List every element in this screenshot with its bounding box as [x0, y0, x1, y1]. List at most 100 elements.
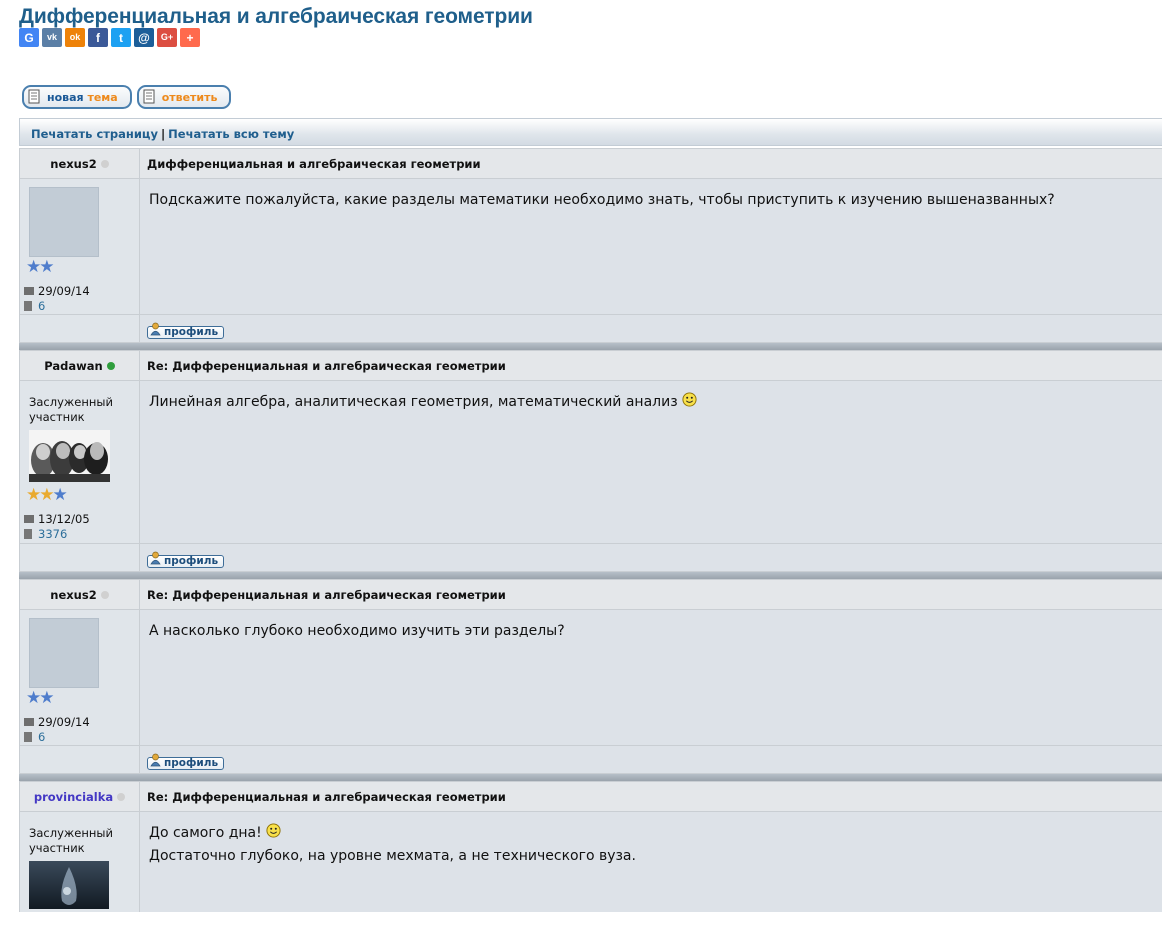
- new-topic-button[interactable]: новая тема: [22, 85, 132, 109]
- user-meta: 13/12/05 3376: [24, 512, 139, 542]
- post: nexus2 Re: Дифференциальная и алгебраичес…: [19, 579, 1162, 774]
- post-separator: [19, 572, 1162, 579]
- online-status-icon: [100, 159, 109, 168]
- post-text: Подскажите пожалуйста, какие разделы мат…: [149, 192, 1055, 208]
- print-topic-link[interactable]: Печатать всю тему: [168, 127, 294, 141]
- post: Padawan Re: Дифференциальная и алгебраиче…: [19, 350, 1162, 572]
- reply-label: ответить: [161, 90, 218, 104]
- person-icon: [150, 322, 161, 336]
- user-rating: ★★: [26, 257, 139, 277]
- post-title: Re: Дифференциальная и алгебраическая ге…: [139, 579, 1162, 610]
- document-icon: [28, 89, 40, 104]
- calendar-icon: [24, 287, 34, 295]
- googleplus-share-icon[interactable]: G+: [157, 28, 177, 47]
- user-meta: 29/09/14 6: [24, 715, 139, 745]
- avatar: [29, 618, 99, 688]
- user-info: Заслуженный участник: [19, 811, 140, 912]
- smiley-icon: [682, 392, 697, 407]
- profile-button[interactable]: профиль: [147, 322, 225, 339]
- more-share-icon[interactable]: +: [180, 28, 200, 47]
- profile-label: профиль: [164, 326, 219, 338]
- user-info: Заслуженный участник ★★★ 13/12/05 3376: [19, 380, 140, 544]
- post-text-line: Линейная алгебра, аналитическая геометри…: [149, 391, 1162, 414]
- user-meta: 29/09/14 6: [24, 284, 139, 314]
- print-bar: Печатать страницу | Печатать всю тему: [19, 118, 1162, 146]
- post-footer: профиль: [139, 314, 1162, 343]
- user-info: ★★ 29/09/14 6: [19, 609, 140, 746]
- post-footer: профиль: [139, 543, 1162, 572]
- rating-star-icon: ★: [26, 485, 41, 505]
- posts-icon: [24, 529, 32, 539]
- post-author: nexus2: [19, 579, 140, 610]
- user-rating: ★★: [26, 688, 139, 708]
- post-footer-left: [19, 745, 140, 774]
- avatar: [29, 187, 99, 257]
- post-footer-left: [19, 543, 140, 572]
- facebook-share-icon[interactable]: f: [88, 28, 108, 47]
- author-name[interactable]: nexus2: [50, 157, 96, 171]
- post-text: До самого дна!: [149, 825, 262, 841]
- post-body: Подскажите пожалуйста, какие разделы мат…: [139, 178, 1162, 315]
- rating-star-icon: ★: [39, 257, 54, 277]
- join-date: 29/09/14: [38, 284, 90, 298]
- post-footer-left: [19, 314, 140, 343]
- profile-button[interactable]: профиль: [147, 753, 225, 770]
- post-text-line: До самого дна!: [149, 822, 1162, 845]
- user-rank: Заслуженный участник: [29, 826, 113, 855]
- mail-share-icon[interactable]: @: [134, 28, 154, 47]
- post-text: Достаточно глубоко, на уровне мехмата, а…: [149, 848, 636, 864]
- rating-star-icon: ★: [26, 257, 41, 277]
- post-body: Линейная алгебра, аналитическая геометри…: [139, 380, 1162, 544]
- post-separator: [19, 774, 1162, 781]
- profile-button[interactable]: профиль: [147, 551, 225, 568]
- post-count[interactable]: 3376: [38, 527, 67, 541]
- post-text-line: А насколько глубоко необходимо изучить э…: [149, 620, 1162, 643]
- avatar: [29, 430, 110, 482]
- post-count[interactable]: 6: [38, 299, 45, 313]
- topic-actions: новая тема ответить: [22, 85, 232, 109]
- post-author: provincialka: [19, 781, 140, 812]
- posts-icon: [24, 301, 32, 311]
- share-bar: Gvk ok f t @ G+ +: [19, 28, 200, 47]
- post-body: А насколько глубоко необходимо изучить э…: [139, 609, 1162, 746]
- reply-button[interactable]: ответить: [136, 85, 232, 109]
- post-body: До самого дна! Достаточно глубоко, на ур…: [139, 811, 1162, 912]
- post-text: Линейная алгебра, аналитическая геометри…: [149, 394, 678, 410]
- twitter-share-icon[interactable]: t: [111, 28, 131, 47]
- post-title: Re: Дифференциальная и алгебраическая ге…: [139, 781, 1162, 812]
- document-icon: [143, 89, 155, 104]
- rating-star-icon: ★: [39, 485, 54, 505]
- author-name[interactable]: Padawan: [44, 359, 102, 373]
- new-topic-label-1: новая: [47, 90, 84, 104]
- online-status-icon: [100, 590, 109, 599]
- join-date: 29/09/14: [38, 715, 90, 729]
- rating-star-icon: ★: [26, 688, 41, 708]
- post: provincialka Re: Дифференциальная и алгеб…: [19, 781, 1162, 912]
- user-info: ★★ 29/09/14 6: [19, 178, 140, 315]
- author-name[interactable]: nexus2: [50, 588, 96, 602]
- post-title: Re: Дифференциальная и алгебраическая ге…: [139, 350, 1162, 381]
- rating-star-icon: ★: [52, 485, 68, 505]
- post-author: Padawan: [19, 350, 140, 381]
- print-page-link[interactable]: Печатать страницу: [31, 127, 158, 141]
- smiley-icon: [266, 823, 281, 838]
- post-count[interactable]: 6: [38, 730, 45, 744]
- profile-label: профиль: [164, 555, 219, 567]
- odnoklassniki-share-icon[interactable]: ok: [65, 28, 85, 47]
- online-status-icon: [117, 792, 126, 801]
- post: nexus2 Дифференциальная и алгебраическая …: [19, 148, 1162, 343]
- new-topic-label-2: тема: [87, 90, 118, 104]
- avatar: [29, 861, 109, 909]
- author-name[interactable]: provincialka: [34, 790, 113, 804]
- posts-icon: [24, 732, 32, 742]
- page-title: Дифференциальная и алгебраическая геомет…: [19, 5, 533, 28]
- profile-label: профиль: [164, 757, 219, 769]
- online-status-icon: [106, 361, 115, 370]
- post-list: nexus2 Дифференциальная и алгебраическая …: [19, 148, 1162, 912]
- vk-share-icon[interactable]: vk: [42, 28, 62, 47]
- google-share-icon[interactable]: G: [19, 28, 39, 47]
- user-rank: Заслуженный участник: [29, 395, 113, 424]
- post-title: Дифференциальная и алгебраическая геомет…: [139, 148, 1162, 179]
- person-icon: [150, 753, 161, 767]
- post-text: А насколько глубоко необходимо изучить э…: [149, 623, 565, 639]
